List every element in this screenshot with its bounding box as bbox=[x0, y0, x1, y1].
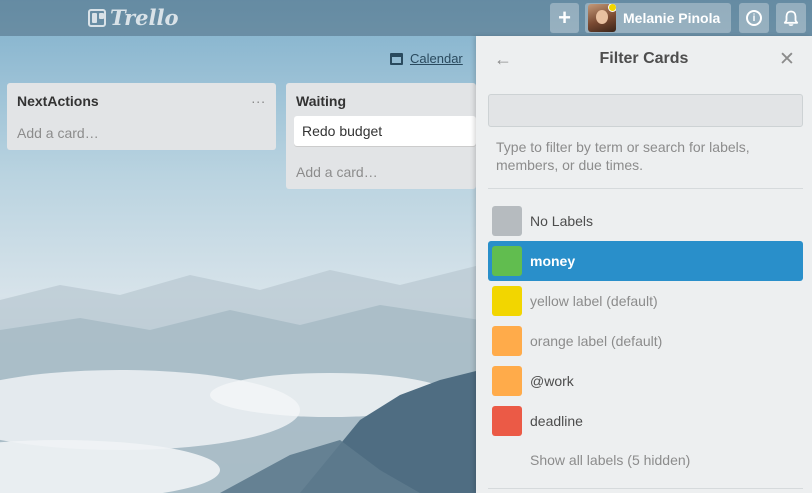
label-swatch bbox=[492, 326, 522, 356]
show-all-labels-link[interactable]: Show all labels (5 hidden) bbox=[530, 452, 690, 468]
close-icon[interactable]: ✕ bbox=[779, 48, 795, 71]
logo-text: Trello bbox=[110, 5, 179, 30]
avatar bbox=[588, 4, 616, 32]
list-title[interactable]: NextActions bbox=[17, 93, 99, 109]
top-header-bar: Trello + Melanie Pinola i bbox=[0, 0, 812, 36]
filter-hint: Type to filter by term or search for lab… bbox=[496, 139, 750, 173]
label-filter-yellow[interactable]: yellow label (default) bbox=[488, 281, 803, 321]
list-title[interactable]: Waiting bbox=[296, 93, 346, 109]
filter-cards-panel: ← Filter Cards ✕ Type to filter by term … bbox=[476, 36, 812, 493]
label-list: No Labels money yellow label (default) o… bbox=[488, 201, 803, 441]
label-name: yellow label (default) bbox=[530, 293, 658, 309]
trello-logo[interactable]: Trello bbox=[88, 5, 179, 30]
bell-icon bbox=[783, 10, 799, 26]
label-filter-work[interactable]: @work bbox=[488, 361, 803, 401]
label-swatch bbox=[492, 246, 522, 276]
info-icon: i bbox=[746, 10, 762, 26]
label-swatch bbox=[492, 406, 522, 436]
filter-search-input[interactable] bbox=[488, 94, 803, 127]
list-nextactions: NextActions ... Add a card… bbox=[7, 83, 276, 150]
add-card-link[interactable]: Add a card… bbox=[17, 125, 99, 141]
add-card-link[interactable]: Add a card… bbox=[296, 164, 378, 180]
label-filter-no-labels[interactable]: No Labels bbox=[488, 201, 803, 241]
label-filter-money[interactable]: money bbox=[488, 241, 803, 281]
divider bbox=[488, 188, 803, 189]
label-name: deadline bbox=[530, 413, 583, 429]
calendar-icon bbox=[390, 52, 403, 65]
divider bbox=[488, 488, 803, 489]
label-swatch bbox=[492, 286, 522, 316]
star-badge-icon bbox=[608, 4, 616, 12]
list-waiting: Waiting Redo budget Add a card… bbox=[286, 83, 476, 189]
label-name: money bbox=[530, 253, 576, 269]
list-menu-icon[interactable]: ... bbox=[251, 90, 266, 106]
calendar-link[interactable]: Calendar bbox=[390, 51, 463, 66]
user-menu-button[interactable]: Melanie Pinola bbox=[585, 3, 731, 33]
label-name: @work bbox=[530, 373, 574, 389]
label-swatch bbox=[492, 366, 522, 396]
user-name: Melanie Pinola bbox=[623, 10, 721, 26]
info-button[interactable]: i bbox=[739, 3, 769, 33]
card-item[interactable]: Redo budget bbox=[294, 116, 476, 146]
trello-board-icon bbox=[88, 8, 106, 27]
label-name: orange label (default) bbox=[530, 333, 663, 349]
panel-title: Filter Cards bbox=[599, 50, 689, 67]
notifications-button[interactable] bbox=[776, 3, 806, 33]
plus-icon: + bbox=[558, 5, 571, 30]
label-filter-deadline[interactable]: deadline bbox=[488, 401, 803, 441]
calendar-label: Calendar bbox=[410, 51, 463, 66]
add-button[interactable]: + bbox=[550, 3, 579, 33]
label-swatch bbox=[492, 206, 522, 236]
label-name: No Labels bbox=[530, 213, 594, 229]
label-filter-orange[interactable]: orange label (default) bbox=[488, 321, 803, 361]
